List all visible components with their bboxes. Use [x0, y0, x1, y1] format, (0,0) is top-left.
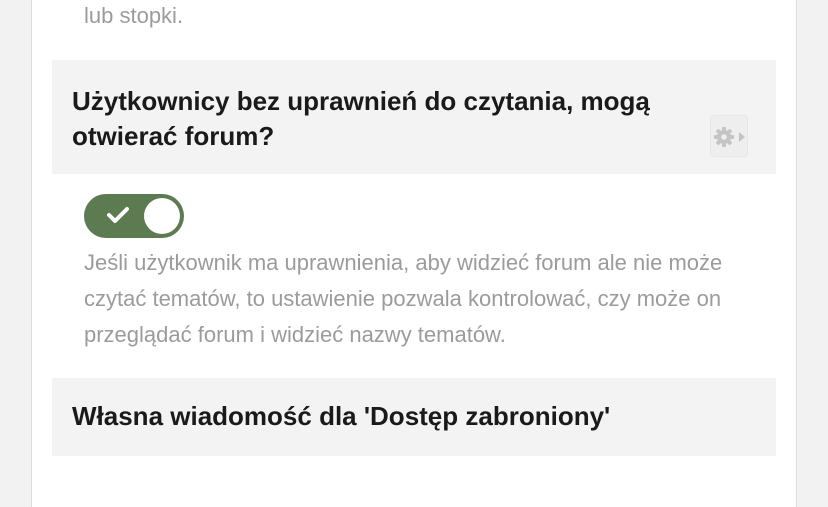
setting-title: Własna wiadomość dla 'Dostęp zabroniony' — [72, 401, 611, 431]
gear-icon — [714, 127, 745, 147]
caret-right-icon — [739, 132, 745, 142]
setting-title: Użytkownicy bez uprawnień do czytania, m… — [72, 86, 650, 151]
setting-header-access-denied-message: Własna wiadomość dla 'Dostęp zabroniony' — [52, 378, 776, 456]
guest-access-toggle[interactable] — [84, 194, 184, 238]
previous-setting-description: lub stopki. — [84, 3, 184, 28]
setting-description: Jeśli użytkownik ma uprawnienia, aby wid… — [84, 250, 723, 347]
setting-options-button[interactable] — [710, 115, 748, 157]
setting-header-guest-access: Użytkownicy bez uprawnień do czytania, m… — [52, 60, 776, 174]
toggle-knob — [144, 198, 180, 234]
checkmark-icon — [107, 207, 129, 223]
